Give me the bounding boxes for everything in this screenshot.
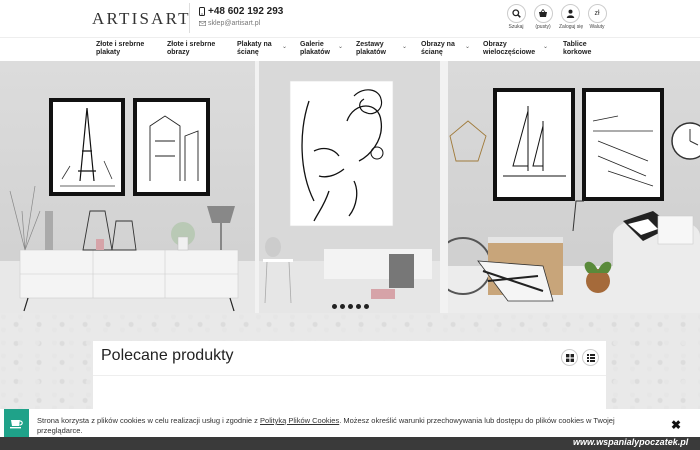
- search-icon: [506, 4, 526, 23]
- cart-button[interactable]: (pusty): [532, 4, 554, 30]
- currency-button[interactable]: zł Waluty: [586, 4, 608, 30]
- cart-icon: [533, 4, 553, 23]
- site-logo[interactable]: ARTISART: [92, 9, 191, 29]
- room-illustration: [0, 98, 255, 313]
- main-navigation: Złote i srebrne plakaty Złote i srebrne …: [0, 37, 700, 61]
- cookie-banner: Strona korzysta z plików cookies w celu …: [0, 409, 700, 437]
- slider-pagination: [332, 304, 369, 309]
- header-divider: [189, 3, 190, 33]
- chevron-down-icon[interactable]: ⌄: [543, 43, 548, 50]
- phone-text: +48 602 192 293: [208, 6, 284, 17]
- contact-info: +48 602 192 293 sklep@artisart.pl: [199, 6, 283, 27]
- nav-item-gold-silver-paintings[interactable]: Złote i srebrne obrazy: [167, 41, 215, 57]
- currency-icon: zł: [587, 4, 607, 23]
- nav-item-wall-paintings[interactable]: Obrazy na ścianę: [421, 41, 455, 57]
- user-icon: [560, 4, 580, 23]
- nav-item-multi-panel-paintings[interactable]: Obrazy wieloczęściowe: [483, 41, 535, 57]
- close-icon[interactable]: ✖: [671, 418, 681, 432]
- nav-item-label: Obrazy: [483, 41, 507, 48]
- login-button[interactable]: Zaloguj się: [559, 4, 584, 30]
- search-button[interactable]: Szukaj: [505, 4, 527, 30]
- cookie-badge: [4, 409, 29, 437]
- hero-slide-line-art-portrait[interactable]: [259, 61, 440, 313]
- currency-label: Waluty: [589, 24, 605, 30]
- nav-item-wall-posters[interactable]: Plakaty na ścianę: [237, 41, 272, 57]
- nav-item-label: Złote i srebrne: [167, 41, 216, 48]
- login-label: Zaloguj się: [559, 24, 584, 30]
- nav-item-label: Tablice: [563, 41, 587, 48]
- hero-slide-seaside-posters[interactable]: [448, 61, 700, 313]
- nav-item-poster-galleries[interactable]: Galerie plakatów: [300, 41, 330, 57]
- slider-dot[interactable]: [356, 304, 361, 309]
- grid-view-button[interactable]: [561, 349, 578, 366]
- living-room-illustration: [448, 88, 700, 313]
- nav-item-label: plakatów: [356, 49, 386, 56]
- portrait-illustration: [259, 80, 440, 313]
- phone-icon: [199, 7, 205, 16]
- nav-item-label: plakaty: [96, 49, 121, 56]
- phone-number[interactable]: +48 602 192 293: [199, 6, 283, 17]
- chevron-down-icon[interactable]: ⌄: [465, 43, 470, 50]
- cookie-message: Strona korzysta z plików cookies w celu …: [37, 416, 647, 436]
- coffee-cup-icon: [10, 419, 23, 428]
- section-title: Polecane produkty: [101, 347, 234, 364]
- watermark: www.wspanialypoczatek.pl: [573, 437, 689, 447]
- nav-item-label: Galerie: [300, 41, 324, 48]
- grid-icon: [565, 353, 574, 362]
- email-text: sklep@artisart.pl: [208, 20, 261, 27]
- email-address[interactable]: sklep@artisart.pl: [199, 20, 283, 27]
- nav-item-label: Obrazy na: [421, 41, 455, 48]
- nav-item-label: wieloczęściowe: [483, 49, 536, 56]
- hero-slider[interactable]: [0, 61, 700, 313]
- nav-item-label: obrazy: [167, 49, 190, 56]
- slider-dot[interactable]: [332, 304, 337, 309]
- cookie-policy-link[interactable]: Polityką Plików Cookies: [260, 416, 339, 425]
- nav-item-label: ścianę: [421, 49, 443, 56]
- list-icon: [586, 353, 595, 362]
- nav-item-gold-silver-posters[interactable]: Złote i srebrne plakaty: [96, 41, 144, 57]
- header: ARTISART +48 602 192 293 sklep@artisart.…: [0, 0, 700, 37]
- chevron-down-icon[interactable]: ⌄: [402, 43, 407, 50]
- nav-item-label: ścianę: [237, 49, 259, 56]
- nav-item-label: Zestawy: [356, 41, 384, 48]
- nav-item-poster-sets[interactable]: Zestawy plakatów: [356, 41, 386, 57]
- nav-item-label: Złote i srebrne: [96, 41, 145, 48]
- currency-glyph: zł: [594, 10, 600, 17]
- slider-dot[interactable]: [364, 304, 369, 309]
- section-divider: [93, 375, 606, 376]
- list-view-button[interactable]: [582, 349, 599, 366]
- chevron-down-icon[interactable]: ⌄: [282, 43, 287, 50]
- nav-item-label: korkowe: [563, 49, 592, 56]
- nav-item-label: Plakaty na: [237, 41, 272, 48]
- envelope-icon: [199, 21, 206, 26]
- search-label: Szukaj: [508, 24, 524, 30]
- nav-item-label: plakatów: [300, 49, 330, 56]
- nav-item-cork-boards[interactable]: Tablice korkowe: [563, 41, 591, 57]
- slider-dot[interactable]: [340, 304, 345, 309]
- chevron-down-icon[interactable]: ⌄: [338, 43, 343, 50]
- cookie-text-start: Strona korzysta z plików cookies w celu …: [37, 416, 261, 425]
- slider-dot[interactable]: [348, 304, 353, 309]
- hero-slide-paris-posters[interactable]: [0, 61, 255, 313]
- cart-label: (pusty): [535, 24, 551, 30]
- header-actions: Szukaj (pusty) Zaloguj się zł Waluty: [505, 4, 608, 30]
